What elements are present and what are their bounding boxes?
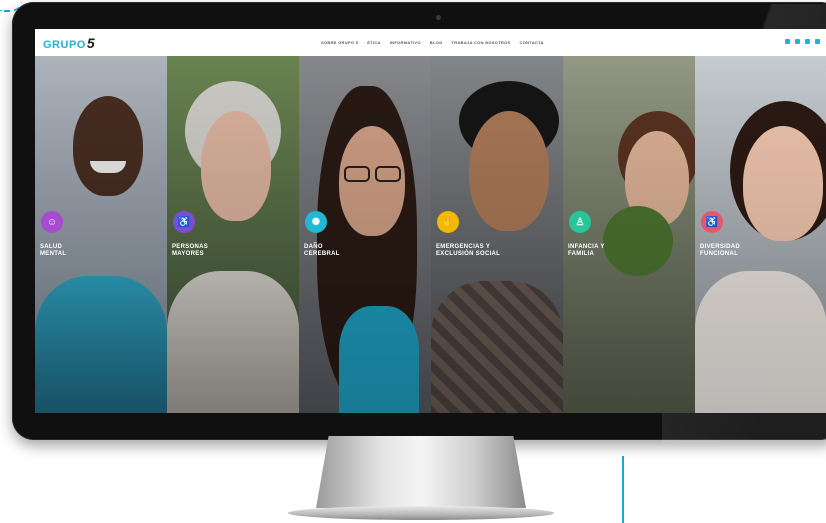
panel-overlay bbox=[563, 56, 695, 413]
panel-overlay bbox=[35, 56, 167, 413]
panel-label-line1: DIVERSIDAD bbox=[700, 244, 741, 250]
monitor-stand-base bbox=[288, 506, 554, 520]
service-panels: ☺ SALUD MENTAL ♿ PERSONAS MAYORES ✺ DAÑO… bbox=[35, 56, 826, 413]
panel-overlay bbox=[299, 56, 431, 413]
logo-text: GRUPO bbox=[43, 39, 86, 51]
panel-label-line1: PERSONAS bbox=[172, 244, 209, 250]
head-icon: ☺ bbox=[41, 211, 63, 233]
panel-label-line2: FAMILIA bbox=[568, 251, 595, 257]
decorative-vertical-line bbox=[622, 456, 624, 523]
panel-diversidad[interactable]: ♿ DIVERSIDAD FUNCIONAL bbox=[695, 56, 826, 413]
panel-label-line2: MAYORES bbox=[172, 251, 204, 257]
facebook-icon[interactable] bbox=[785, 39, 790, 44]
monitor-screen: GRUPO5 SOBRE GRUPO 5 ÉTICA INFORMATIVO B… bbox=[35, 29, 826, 413]
panel-label: EMERGENCIAS Y EXCLUSIÓN SOCIAL bbox=[436, 244, 556, 258]
panel-dano-cerebral[interactable]: ✺ DAÑO CEREBRAL bbox=[299, 56, 431, 413]
wheelchair-icon: ♿ bbox=[701, 211, 723, 233]
panel-label-line2: EXCLUSIÓN SOCIAL bbox=[436, 251, 501, 257]
panel-label: PERSONAS MAYORES bbox=[172, 244, 292, 258]
panel-label-line1: SALUD bbox=[40, 244, 63, 250]
main-nav: SOBRE GRUPO 5 ÉTICA INFORMATIVO BLOG TRA… bbox=[321, 40, 544, 45]
monitor-stand-neck bbox=[316, 436, 526, 508]
linkedin-icon[interactable] bbox=[805, 39, 810, 44]
nav-link-trabaja[interactable]: TRABAJA CON NOSOTROS bbox=[452, 40, 511, 45]
panel-label: INFANCIA Y FAMILIA bbox=[568, 244, 688, 258]
brain-icon: ✺ bbox=[305, 211, 327, 233]
panel-salud-mental[interactable]: ☺ SALUD MENTAL bbox=[35, 56, 167, 413]
panel-label-line2: CEREBRAL bbox=[304, 251, 340, 257]
panel-label: DIVERSIDAD FUNCIONAL bbox=[700, 244, 820, 258]
hands-icon: ✋ bbox=[437, 211, 459, 233]
panel-infancia[interactable]: ♙ INFANCIA Y FAMILIA bbox=[563, 56, 695, 413]
nav-link-sobre[interactable]: SOBRE GRUPO 5 bbox=[321, 40, 358, 45]
panel-label-line1: EMERGENCIAS Y bbox=[436, 244, 491, 250]
monitor-frame: GRUPO5 SOBRE GRUPO 5 ÉTICA INFORMATIVO B… bbox=[12, 2, 826, 442]
logo-number: 5 bbox=[86, 35, 96, 51]
panel-overlay bbox=[695, 56, 826, 413]
twitter-icon[interactable] bbox=[795, 39, 800, 44]
panel-label: DAÑO CEREBRAL bbox=[304, 244, 424, 258]
social-links bbox=[785, 39, 820, 44]
nav-link-etica[interactable]: ÉTICA bbox=[367, 40, 381, 45]
nav-link-informativo[interactable]: INFORMATIVO bbox=[390, 40, 421, 45]
panel-label: SALUD MENTAL bbox=[40, 244, 160, 258]
site-header: GRUPO5 SOBRE GRUPO 5 ÉTICA INFORMATIVO B… bbox=[35, 29, 826, 56]
nav-link-contacta[interactable]: CONTACTA bbox=[520, 40, 544, 45]
panel-label-line1: DAÑO bbox=[304, 244, 323, 250]
webcam-dot bbox=[436, 15, 441, 20]
panel-overlay bbox=[431, 56, 563, 413]
elderly-icon: ♿ bbox=[173, 211, 195, 233]
child-icon: ♙ bbox=[569, 211, 591, 233]
panel-label-line1: INFANCIA Y bbox=[568, 244, 605, 250]
nav-link-blog[interactable]: BLOG bbox=[430, 40, 443, 45]
panel-label-line2: MENTAL bbox=[40, 251, 67, 257]
panel-overlay bbox=[167, 56, 299, 413]
panel-emergencias[interactable]: ✋ EMERGENCIAS Y EXCLUSIÓN SOCIAL bbox=[431, 56, 563, 413]
site-logo[interactable]: GRUPO5 bbox=[43, 35, 95, 51]
mail-icon[interactable] bbox=[815, 39, 820, 44]
panel-personas-mayores[interactable]: ♿ PERSONAS MAYORES bbox=[167, 56, 299, 413]
panel-label-line2: FUNCIONAL bbox=[700, 251, 739, 257]
